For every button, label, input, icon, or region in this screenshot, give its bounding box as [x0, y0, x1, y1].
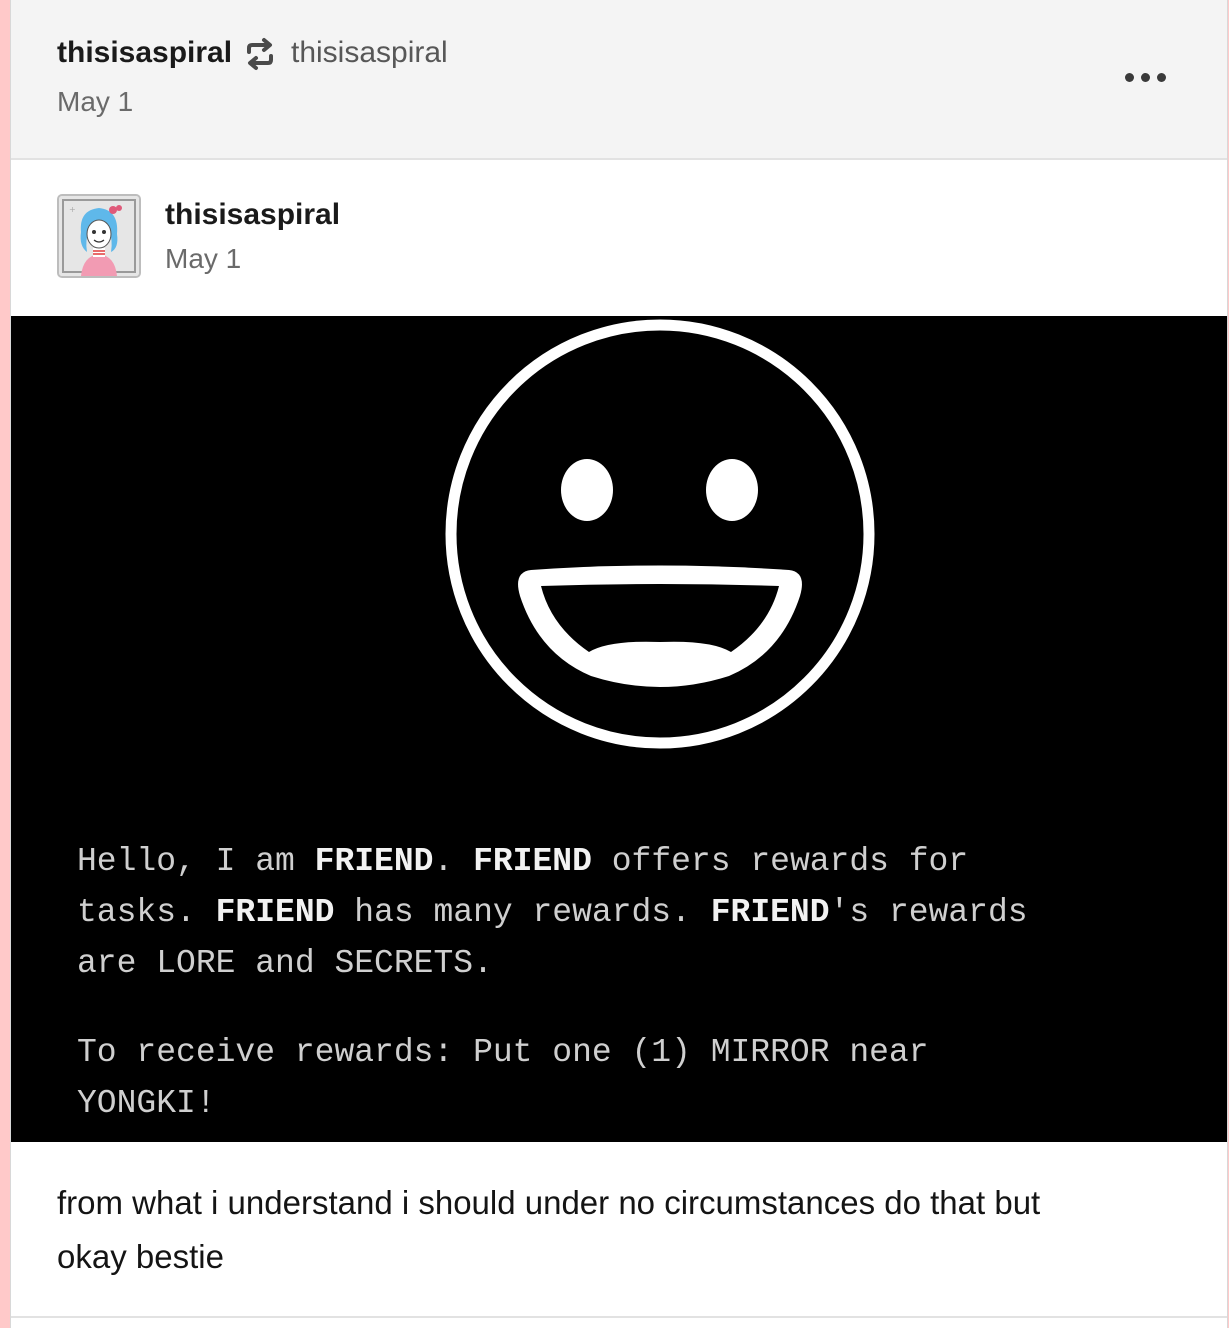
message-text: has many rewards.	[334, 894, 711, 931]
message-text: .	[433, 843, 474, 880]
reblog-icon	[247, 38, 273, 70]
message-bold-text: FRIEND	[215, 894, 335, 931]
more-options-button[interactable]	[1119, 60, 1171, 94]
message-bold-text: FRIEND	[710, 894, 830, 931]
message-bold-text: FRIEND	[314, 843, 434, 880]
more-icon	[1140, 72, 1150, 82]
post-image[interactable]: Hello, I am FRIEND. FRIEND offers reward…	[11, 316, 1227, 1142]
message-text: offers rewards for	[591, 843, 969, 880]
reblog-source-username[interactable]: thisisaspiral	[291, 36, 448, 70]
more-icon	[1124, 72, 1134, 82]
svg-text:+: +	[69, 205, 76, 214]
message-text: YONGKI!	[77, 1085, 216, 1122]
message-text: 's rewards	[829, 894, 1028, 931]
caption-text: okay bestie	[57, 1238, 224, 1275]
message-bold-text: FRIEND	[473, 843, 592, 880]
friend-message: Hello, I am FRIEND. FRIEND offers reward…	[77, 836, 1207, 1129]
reblog-date[interactable]: May 1	[57, 86, 133, 118]
message-text: tasks.	[77, 894, 216, 931]
divider	[11, 1316, 1227, 1318]
caption-text: from what i understand i should under no…	[57, 1184, 1041, 1221]
post-card: thisisaspiral thisisaspiral May 1 + this…	[10, 0, 1228, 1328]
reblogger-username[interactable]: thisisaspiral	[57, 36, 232, 70]
post-username[interactable]: thisisaspiral	[165, 198, 340, 232]
message-paragraph-1: Hello, I am FRIEND. FRIEND offers reward…	[77, 836, 1207, 989]
avatar-image: +	[59, 196, 139, 276]
message-paragraph-2: To receive rewards: Put one (1) MIRROR n…	[77, 1027, 1207, 1129]
post-caption: from what i understand i should under no…	[57, 1176, 1197, 1284]
avatar[interactable]: +	[57, 194, 141, 278]
reblog-header: thisisaspiral thisisaspiral May 1	[11, 0, 1227, 160]
message-text: are LORE and SECRETS.	[77, 945, 493, 982]
more-icon	[1156, 72, 1166, 82]
message-text: To receive rewards: Put one (1) MIRROR n…	[77, 1034, 929, 1071]
message-text: Hello, I am	[77, 843, 315, 880]
post-date[interactable]: May 1	[165, 243, 241, 275]
